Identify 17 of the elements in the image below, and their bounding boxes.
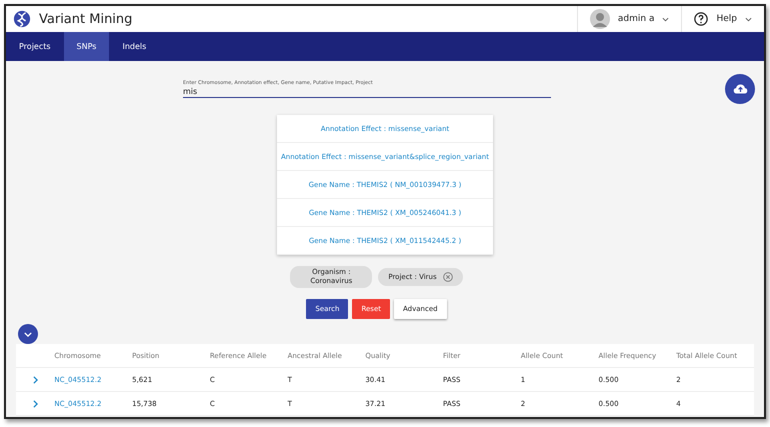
app-title: Variant Mining — [39, 12, 132, 26]
caret-icon — [745, 16, 752, 22]
chevron-right-icon[interactable] — [32, 400, 38, 408]
nav-tab[interactable]: Indels — [109, 32, 160, 61]
dna-logo-icon — [13, 10, 31, 28]
nav-tab[interactable]: SNPs — [64, 32, 110, 61]
cloud-upload-icon — [732, 83, 748, 95]
nav-tab[interactable]: Projects — [6, 32, 64, 61]
caret-icon — [662, 16, 670, 22]
upload-button[interactable] — [725, 74, 755, 104]
collapse-button[interactable] — [18, 324, 38, 344]
help-icon — [694, 12, 708, 26]
close-icon[interactable] — [442, 272, 453, 282]
avatar-icon — [590, 9, 610, 29]
chevron-down-icon — [24, 332, 32, 336]
chevron-right-icon[interactable] — [32, 376, 38, 384]
search-field[interactable]: mis — [183, 86, 551, 98]
